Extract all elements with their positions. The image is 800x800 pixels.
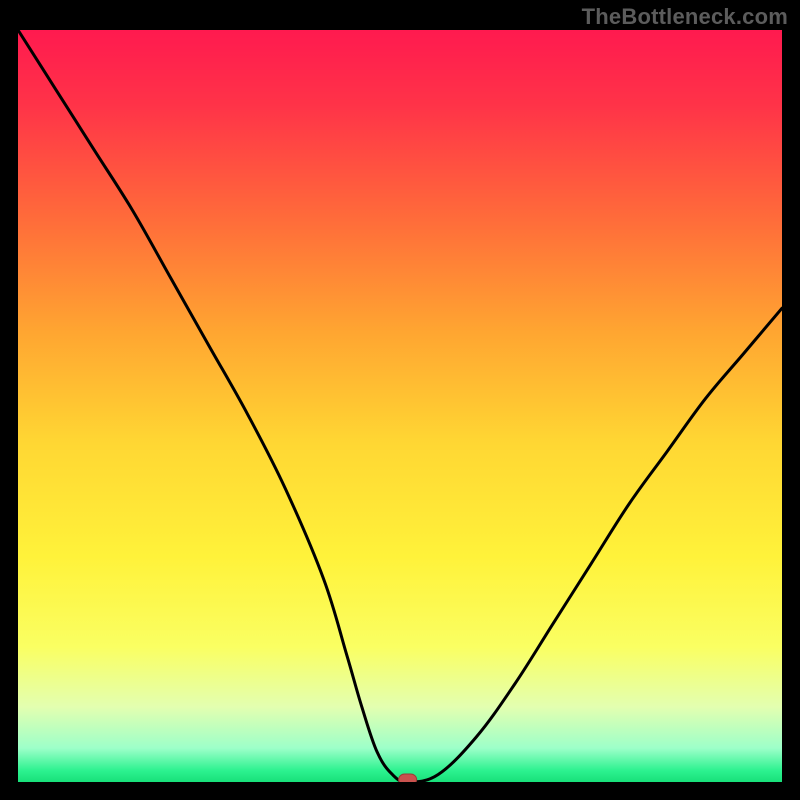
optimal-point-marker <box>399 774 417 782</box>
watermark-text: TheBottleneck.com <box>582 4 788 30</box>
plot-area <box>18 30 782 782</box>
gradient-background <box>18 30 782 782</box>
bottleneck-chart <box>18 30 782 782</box>
chart-frame: TheBottleneck.com <box>0 0 800 800</box>
